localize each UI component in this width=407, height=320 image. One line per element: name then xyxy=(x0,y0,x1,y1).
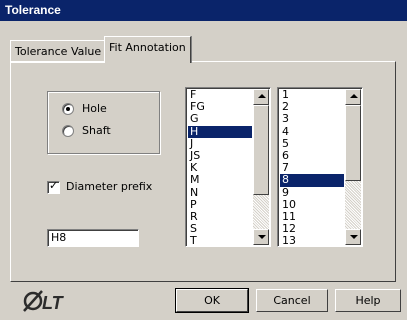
title-bar: Tolerance xyxy=(0,0,407,21)
arrow-down-icon xyxy=(350,235,358,239)
grade-scrollbar[interactable] xyxy=(345,89,361,245)
hole-label: Hole xyxy=(82,102,107,115)
window-title: Tolerance xyxy=(5,3,61,17)
grade-list-items: 1 2 3 4 5 6 7 8 9 10 11 12 13 xyxy=(280,88,344,246)
list-item[interactable]: 2 xyxy=(280,101,344,113)
ok-button[interactable]: OK xyxy=(175,288,249,313)
scroll-up-button[interactable] xyxy=(253,89,269,105)
list-item[interactable]: 13 xyxy=(280,235,344,246)
scroll-thumb[interactable] xyxy=(253,105,269,195)
scroll-up-button[interactable] xyxy=(345,89,361,105)
tab-label: Tolerance Value xyxy=(15,45,102,58)
list-item[interactable]: JS xyxy=(188,149,252,162)
letter-list-items: F FG G H J JS K M N P R S T xyxy=(188,88,252,246)
arrow-up-icon xyxy=(258,94,266,98)
list-item[interactable]: N xyxy=(188,186,252,199)
list-item[interactable]: 3 xyxy=(280,113,344,125)
tab-label: Fit Annotation xyxy=(109,41,186,54)
help-button[interactable]: Help xyxy=(335,289,401,312)
list-item[interactable]: G xyxy=(188,113,252,125)
logo-icon: LT xyxy=(23,290,65,313)
list-item[interactable]: 5 xyxy=(280,137,344,150)
scroll-down-button[interactable] xyxy=(345,229,361,245)
diameter-prefix-label: Diameter prefix xyxy=(66,180,153,193)
list-item[interactable]: 9 xyxy=(280,186,344,199)
scroll-thumb[interactable] xyxy=(345,105,361,181)
scroll-down-button[interactable] xyxy=(253,229,269,245)
autocad-lt-logo: LT xyxy=(22,288,72,314)
list-item[interactable]: 4 xyxy=(280,125,344,138)
check-icon: ✓ xyxy=(49,179,59,192)
hole-radio[interactable] xyxy=(62,103,74,115)
list-item[interactable]: 8 xyxy=(280,174,344,187)
fit-value-text: H8 xyxy=(51,231,67,244)
cancel-button[interactable]: Cancel xyxy=(256,289,328,312)
list-item[interactable]: S xyxy=(188,222,252,235)
fit-value-field[interactable]: H8 xyxy=(47,229,139,247)
list-item[interactable]: T xyxy=(188,235,252,246)
list-item[interactable]: 1 xyxy=(280,88,344,101)
shaft-label: Shaft xyxy=(82,124,111,137)
letter-scrollbar[interactable] xyxy=(253,89,269,245)
logo-text: LT xyxy=(42,293,65,313)
list-item[interactable]: H xyxy=(188,125,252,138)
radio-dot xyxy=(66,107,70,111)
list-item[interactable]: R xyxy=(188,210,252,223)
grade-listbox[interactable]: 1 2 3 4 5 6 7 8 9 10 11 12 13 xyxy=(277,87,363,247)
tab-fit-annotation[interactable]: Fit Annotation xyxy=(104,36,191,63)
list-item[interactable]: M xyxy=(188,174,252,186)
diameter-prefix-checkbox[interactable]: ✓ xyxy=(47,179,60,194)
list-item[interactable]: 6 xyxy=(280,149,344,162)
arrow-up-icon xyxy=(350,94,358,98)
list-item[interactable]: 7 xyxy=(280,162,344,174)
letter-listbox[interactable]: F FG G H J JS K M N P R S T xyxy=(185,87,271,247)
arrow-down-icon xyxy=(258,235,266,239)
tab-tolerance-value[interactable]: Tolerance Value xyxy=(10,40,106,63)
shaft-radio[interactable] xyxy=(62,125,74,137)
